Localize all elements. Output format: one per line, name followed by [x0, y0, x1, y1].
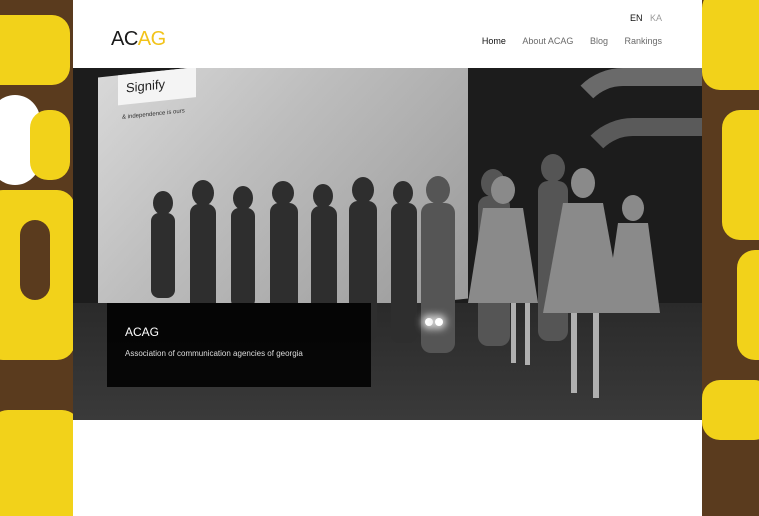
logo-part-ag: AG	[137, 28, 166, 50]
backdrop-shape	[702, 0, 759, 90]
lang-ka[interactable]: KA	[650, 13, 662, 23]
hero-caption-title: ACAG	[125, 325, 160, 339]
nav-about[interactable]: About ACAG	[522, 36, 573, 46]
nav-blog[interactable]: Blog	[590, 36, 608, 46]
site-header: ACAG EN KA Home About ACAG Blog Rankings	[73, 0, 702, 68]
page: ACAG EN KA Home About ACAG Blog Rankings…	[73, 0, 702, 516]
backdrop-shape	[20, 220, 50, 300]
hero-image: Signify & independence is ours ACAG Asso…	[73, 68, 702, 420]
backdrop-shape	[0, 410, 73, 516]
backdrop-shape	[737, 250, 759, 360]
lang-en[interactable]: EN	[630, 13, 643, 23]
nav-rankings[interactable]: Rankings	[624, 36, 662, 46]
logo[interactable]: ACAG	[111, 28, 166, 51]
backdrop-shape	[30, 110, 70, 180]
main-nav: Home About ACAG Blog Rankings	[468, 36, 662, 46]
logo-part-ac: AC	[111, 28, 138, 50]
backdrop-left	[0, 0, 73, 516]
backdrop-right	[702, 0, 759, 516]
stage-light	[435, 318, 443, 326]
nav-home[interactable]: Home	[482, 36, 506, 46]
language-switcher: EN KA	[625, 13, 662, 23]
hero-caption-subtitle: Association of communication agencies of…	[125, 349, 303, 358]
hero-caption-box: ACAG Association of communication agenci…	[107, 303, 371, 387]
backdrop-shape	[722, 110, 759, 240]
backdrop-shape	[0, 15, 70, 85]
stage-light	[425, 318, 433, 326]
backdrop-shape	[702, 380, 759, 440]
